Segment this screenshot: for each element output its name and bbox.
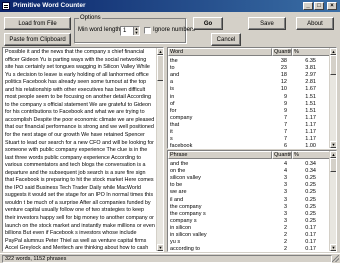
cell-quantity: 6 <box>283 143 287 149</box>
phrase-column-header[interactable]: Phrase <box>168 151 272 159</box>
word-table-scrollbar[interactable]: ▲ ▼ <box>329 48 336 148</box>
go-button[interactable]: Go <box>193 17 223 30</box>
title-bar[interactable]: Primitive Word Counter _ □ × <box>0 0 340 12</box>
word-table-header: Word Quantity % <box>168 48 336 56</box>
word-row[interactable]: facebook 6 1.00 <box>168 142 318 149</box>
about-button[interactable]: About <box>296 17 334 30</box>
app-icon <box>2 2 10 10</box>
close-button[interactable]: × <box>327 2 337 10</box>
min-word-length-spinner[interactable]: 1 ▲ ▼ <box>120 26 140 36</box>
scroll-up-icon[interactable]: ▲ <box>330 48 336 55</box>
quantity-column-header[interactable]: Quantity <box>272 48 292 56</box>
options-group-label: Options <box>79 15 102 21</box>
text-scrollbar[interactable]: ▲ ▼ <box>156 48 163 251</box>
phrase-row[interactable]: according to 2 0.17 <box>168 245 318 252</box>
scroll-thumb[interactable] <box>330 158 336 172</box>
maximize-button[interactable]: □ <box>314 2 324 10</box>
source-text-content: Possible it and the news that the compan… <box>5 49 155 252</box>
cell-text: facebook <box>170 143 193 149</box>
save-button[interactable]: Save <box>248 17 286 30</box>
cell-quantity: 2 <box>283 246 287 252</box>
status-bar: 322 words, 1152 phrases <box>0 253 340 263</box>
cancel-button[interactable]: Cancel <box>211 33 241 46</box>
load-from-file-button[interactable]: Load from File <box>4 17 71 30</box>
status-text: 322 words, 1152 phrases <box>2 255 332 263</box>
cell-percent: 0.17 <box>305 246 316 252</box>
scroll-down-icon[interactable]: ▼ <box>157 244 163 251</box>
word-column-header[interactable]: Word <box>168 48 272 56</box>
source-text-area[interactable]: Possible it and the news that the compan… <box>2 47 164 252</box>
cell-text: according to <box>170 246 200 252</box>
scroll-down-icon[interactable]: ▼ <box>330 141 336 148</box>
ignore-numbers-label: Ignore numbers <box>153 27 196 33</box>
phrase-table-header: Phrase Quantity % <box>168 151 336 159</box>
phrase-table[interactable]: Phrase Quantity % and the40.34on the40.3… <box>167 150 337 252</box>
min-word-length-value: 1 <box>123 28 127 34</box>
percent-column-header[interactable]: % <box>292 48 331 56</box>
scroll-thumb[interactable] <box>330 55 336 75</box>
percent-column-header[interactable]: % <box>292 151 331 159</box>
minimize-button[interactable]: _ <box>303 2 313 10</box>
scroll-up-icon[interactable]: ▲ <box>330 151 336 158</box>
scroll-thumb[interactable] <box>157 55 163 81</box>
paste-from-clipboard-button[interactable]: Paste from Clipboard <box>4 33 71 46</box>
scroll-down-icon[interactable]: ▼ <box>330 244 336 251</box>
options-group: Options Min word length 1 ▲ ▼ Ignore numb… <box>74 15 195 43</box>
quantity-column-header[interactable]: Quantity <box>272 151 292 159</box>
spinner-arrows-icon[interactable]: ▲ ▼ <box>133 27 139 35</box>
word-table[interactable]: Word Quantity % the386.35to233.81and182.… <box>167 47 337 149</box>
ignore-numbers-checkbox[interactable] <box>144 27 151 34</box>
phrase-table-scrollbar[interactable]: ▲ ▼ <box>329 151 336 251</box>
cell-percent: 1.00 <box>305 143 316 149</box>
min-word-length-label: Min word length <box>78 27 121 33</box>
window-title: Primitive Word Counter <box>13 2 86 9</box>
resize-grip-icon[interactable] <box>332 255 339 262</box>
scroll-up-icon[interactable]: ▲ <box>157 48 163 55</box>
